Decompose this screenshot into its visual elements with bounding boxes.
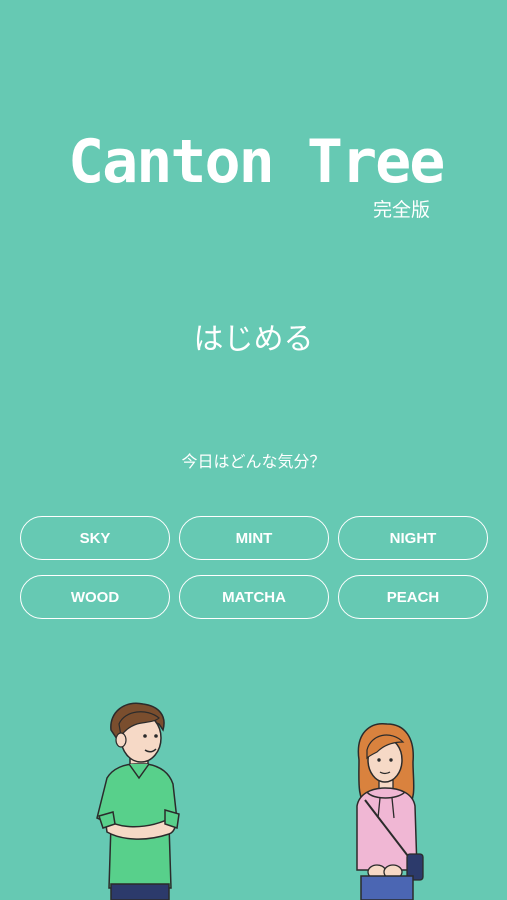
title-block: Canton Tree 完全版 bbox=[0, 118, 507, 228]
theme-buttons: SKY MINT NIGHT WOOD MATCHA PEACH bbox=[20, 516, 488, 619]
theme-button-sky[interactable]: SKY bbox=[20, 516, 170, 560]
man-character bbox=[96, 702, 180, 900]
edition-label: 完全版 bbox=[373, 199, 431, 221]
theme-button-peach[interactable]: PEACH bbox=[338, 575, 488, 619]
woman-character bbox=[356, 723, 424, 900]
start-button[interactable]: はじめる bbox=[0, 318, 507, 362]
theme-button-matcha[interactable]: MATCHA bbox=[179, 575, 329, 619]
theme-button-wood[interactable]: WOOD bbox=[20, 575, 170, 619]
theme-button-night[interactable]: NIGHT bbox=[338, 516, 488, 560]
mood-question: 今日はどんな気分？ bbox=[181, 452, 326, 471]
theme-button-mint[interactable]: MINT bbox=[179, 516, 329, 560]
game-title: Canton Tree bbox=[68, 127, 445, 197]
